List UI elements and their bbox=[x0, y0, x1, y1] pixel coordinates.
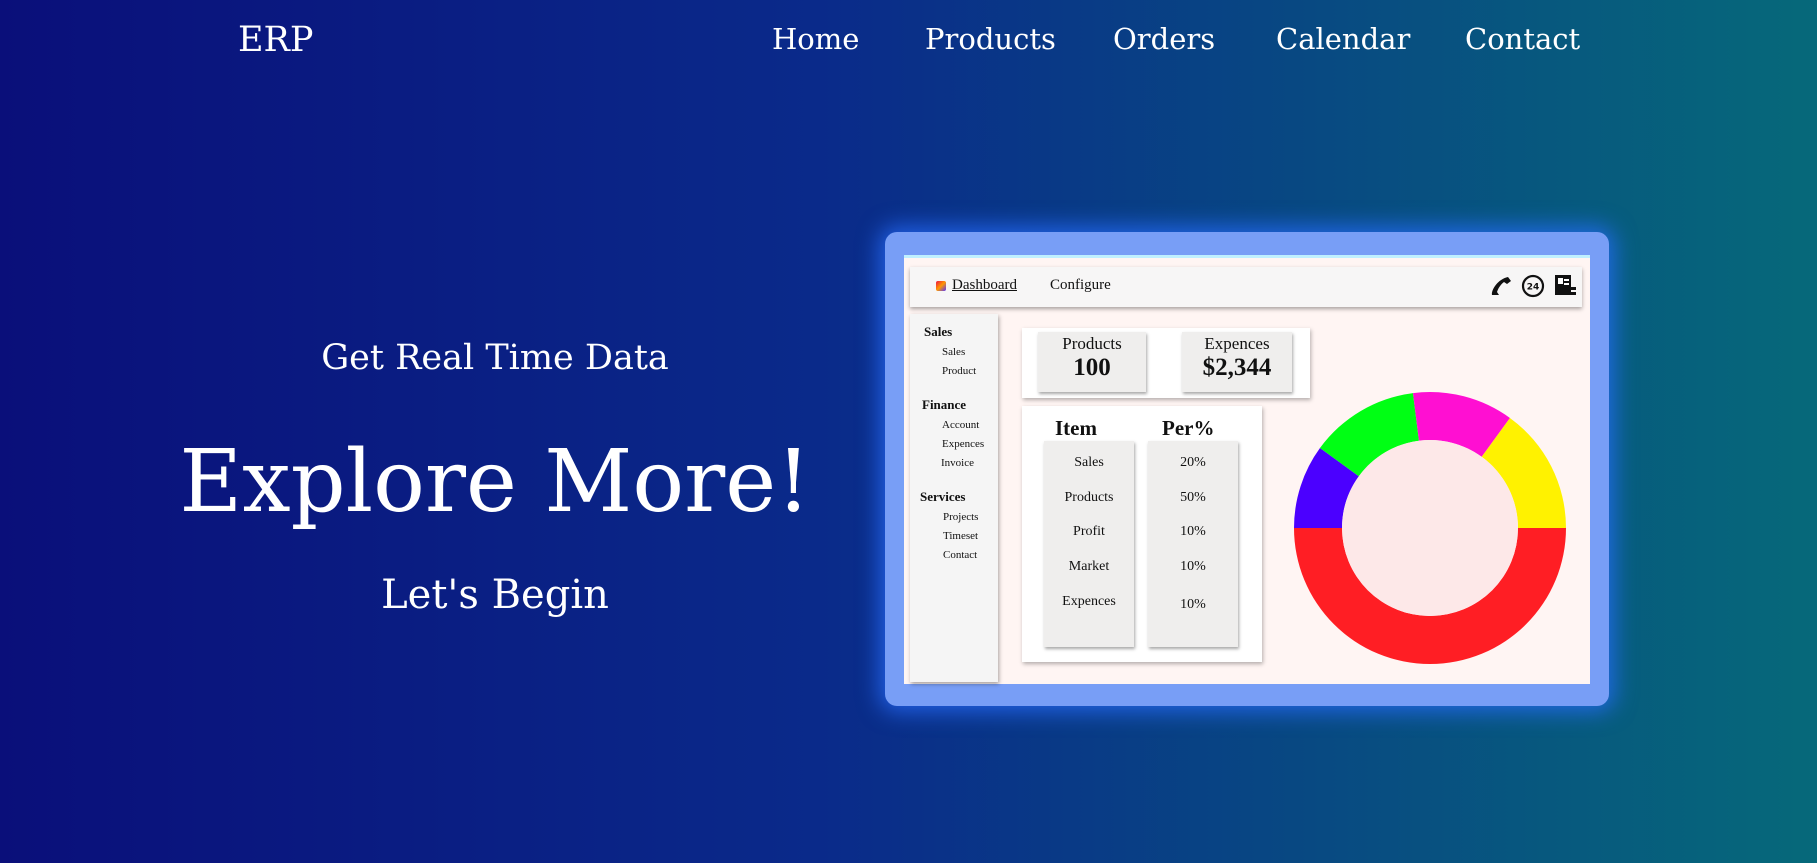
brand-logo[interactable]: ERP bbox=[238, 20, 313, 60]
phone-icon bbox=[1491, 277, 1511, 295]
nav-products[interactable]: Products bbox=[925, 22, 1056, 56]
24-hours-icon: 24 bbox=[1521, 274, 1545, 298]
donut-chart bbox=[1294, 392, 1566, 664]
table-column-percent: 20% 50% 10% 10% 10% bbox=[1148, 441, 1238, 647]
sidebar-heading-services: Services bbox=[920, 489, 966, 504]
percent-table: Item Per% Sales Products Profit Market E… bbox=[1022, 406, 1262, 662]
cta-lets-begin[interactable]: Let's Begin bbox=[0, 572, 990, 618]
sidebar-item-invoice: Invoice bbox=[941, 457, 974, 469]
kpi-products-label: Products bbox=[1062, 334, 1122, 353]
table-column-item: Sales Products Profit Market Expences bbox=[1044, 441, 1134, 647]
app-logo-icon bbox=[936, 281, 946, 291]
tab-configure: Configure bbox=[1050, 277, 1111, 293]
sidebar-item-timeset: Timeset bbox=[943, 530, 979, 542]
nav-calendar[interactable]: Calendar bbox=[1276, 22, 1410, 56]
hero-headline: Explore More! bbox=[179, 432, 811, 532]
nav-orders[interactable]: Orders bbox=[1113, 22, 1215, 56]
hero-tagline: Get Real Time Data bbox=[321, 338, 669, 378]
sidebar-item-account: Account bbox=[942, 419, 980, 431]
kpi-products: Products 100 bbox=[1038, 332, 1146, 392]
donut-hole bbox=[1342, 440, 1518, 616]
tab-dashboard: Dashboard bbox=[952, 277, 1017, 293]
sidebar-item-expences: Expences bbox=[942, 438, 985, 450]
dashboard-preview-frame: Dashboard Configure 24 Sales Sales Produ… bbox=[885, 232, 1609, 706]
sidebar-heading-sales: Sales bbox=[924, 324, 953, 339]
table-cell-item: Profit bbox=[1073, 524, 1105, 539]
table-cell-percent: 20% bbox=[1180, 455, 1206, 470]
nav-home[interactable]: Home bbox=[772, 22, 859, 56]
table-cell-item: Sales bbox=[1074, 455, 1104, 470]
kpi-expences-value: $2,344 bbox=[1202, 354, 1272, 381]
table-header-item: Item bbox=[1055, 416, 1097, 440]
dashboard-topbar: Dashboard Configure 24 bbox=[910, 267, 1582, 307]
table-cell-percent: 50% bbox=[1180, 490, 1206, 505]
table-cell-percent: 10% bbox=[1180, 524, 1206, 539]
nav-contact[interactable]: Contact bbox=[1465, 22, 1580, 56]
kpi-expences: Expences $2,344 bbox=[1182, 332, 1292, 392]
svg-text:24: 24 bbox=[1527, 283, 1540, 293]
sidebar-item-product: Product bbox=[942, 365, 977, 377]
kpi-expences-label: Expences bbox=[1204, 334, 1270, 353]
table-cell-percent: 10% bbox=[1180, 597, 1206, 612]
sidebar-item-sales: Sales bbox=[942, 346, 966, 358]
table-cell-item: Market bbox=[1068, 559, 1110, 574]
table-cell-item: Expences bbox=[1062, 594, 1116, 609]
table-cell-percent: 10% bbox=[1180, 559, 1206, 574]
kpi-card-group: Products 100 Expences $2,344 bbox=[1022, 328, 1310, 398]
dashboard-sidebar: Sales Sales Product Finance Account Expe… bbox=[910, 314, 998, 682]
sidebar-item-contact: Contact bbox=[943, 549, 978, 561]
table-header-percent: Per% bbox=[1162, 416, 1215, 440]
table-cell-item: Products bbox=[1064, 490, 1114, 505]
sidebar-heading-finance: Finance bbox=[922, 397, 967, 412]
sidebar-item-projects: Projects bbox=[943, 511, 979, 523]
contact-book-icon bbox=[1555, 275, 1576, 295]
dashboard-screenshot: Dashboard Configure 24 Sales Sales Produ… bbox=[904, 255, 1590, 684]
kpi-products-value: 100 bbox=[1073, 354, 1111, 381]
